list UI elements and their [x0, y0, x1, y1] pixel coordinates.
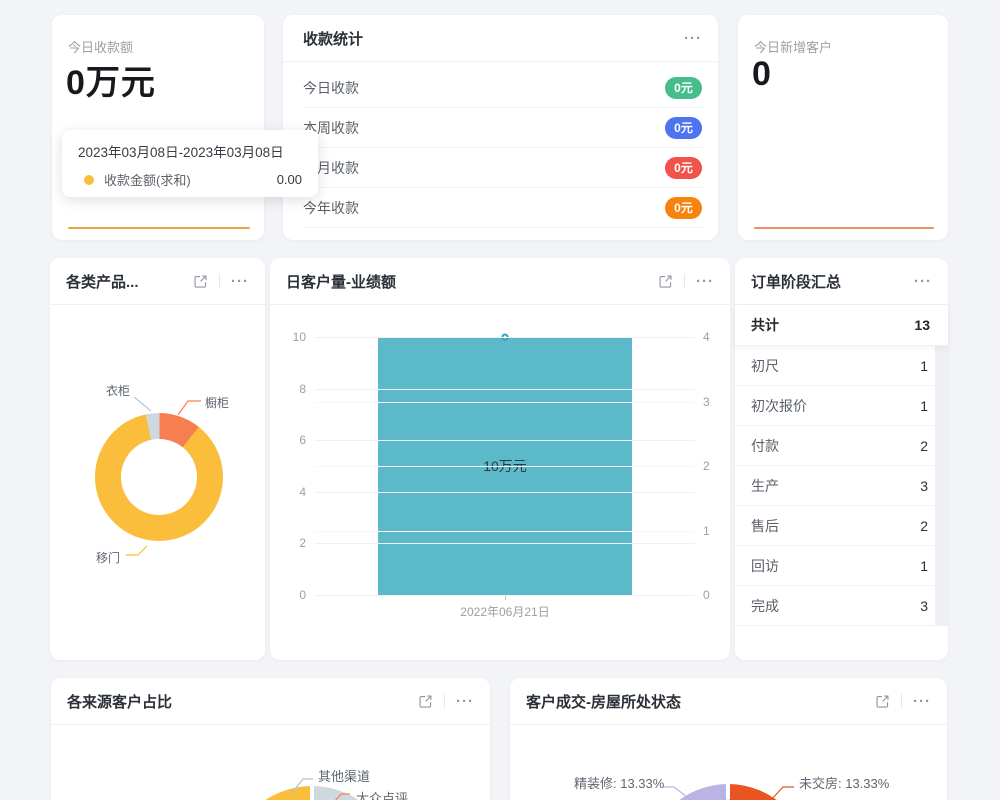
status-badge: 0元: [665, 117, 702, 139]
right-axis-ticks: 43210: [703, 337, 729, 595]
card-payment-stats: 收款统计 ··· 今日收款 0元 本周收款 0元 本月收款 0元 今年收款 0元: [283, 15, 718, 240]
stat-row: 今日收款 0元: [303, 68, 702, 108]
more-menu-icon[interactable]: ···: [684, 31, 702, 46]
slice-label: 移门: [96, 549, 120, 566]
tooltip-series-row: 收款金额(求和) 0.00: [78, 170, 302, 189]
tooltip-series-label: 收款金额(求和): [104, 170, 191, 189]
divider: [684, 274, 685, 288]
stage-count: 2: [920, 438, 928, 454]
slice-label: 衣柜: [106, 382, 130, 399]
stage-label: 生产: [751, 476, 779, 496]
order-stage-row: 售后 2: [735, 506, 935, 546]
stat-label: 今年收款: [303, 198, 359, 218]
stage-count: 1: [920, 358, 928, 374]
stat-row: 本周收款 0元: [303, 108, 702, 148]
export-icon[interactable]: [193, 274, 208, 289]
stage-count: 3: [920, 598, 928, 614]
more-menu-icon[interactable]: ···: [231, 274, 249, 289]
order-stage-row: 回访 1: [735, 546, 935, 586]
stage-count: 1: [920, 558, 928, 574]
more-menu-icon[interactable]: ···: [696, 274, 714, 289]
stage-label: 付款: [751, 436, 779, 456]
tooltip-date-range: 2023年03月08日-2023年03月08日: [78, 141, 302, 161]
point-value-label: 4个: [495, 343, 515, 362]
pie-callout-label: 其他渠道: [318, 766, 370, 785]
tooltip-series-value: 0.00: [277, 172, 302, 187]
bar-plot-area: 10万元 4个: [315, 337, 695, 595]
divider: [444, 694, 445, 708]
status-badge: 0元: [665, 157, 702, 179]
product-share-title: 各类产品...: [66, 271, 139, 292]
stage-count: 3: [920, 478, 928, 494]
order-total-row: 共计 13: [735, 305, 948, 346]
divider: [219, 274, 220, 288]
chart-tooltip: 2023年03月08日-2023年03月08日 收款金额(求和) 0.00: [62, 130, 318, 197]
new-customers-underline: [754, 227, 934, 229]
pie-callout-label: 精装修: 13.33%: [574, 773, 664, 792]
order-stage-row: 初次报价 1: [735, 386, 935, 426]
status-badge: 0元: [665, 77, 702, 99]
new-customers-label: 今日新增客户: [754, 37, 832, 56]
deal-house-state-header: 客户成交-房屋所处状态 ···: [510, 678, 947, 725]
order-stage-row: 付款 2: [735, 426, 935, 466]
status-badge: 0元: [665, 197, 702, 219]
stage-count: 1: [920, 398, 928, 414]
today-payment-value: 0万元: [66, 55, 156, 104]
divider: [901, 694, 902, 708]
pie-callout-label: 未交房: 13.33%: [799, 773, 889, 792]
more-menu-icon[interactable]: ···: [913, 694, 931, 709]
more-menu-icon[interactable]: ···: [914, 274, 932, 289]
payment-stats-list: 今日收款 0元 本周收款 0元 本月收款 0元 今年收款 0元: [303, 68, 702, 228]
order-stage-row: 初尺 1: [735, 346, 935, 386]
stage-label: 完成: [751, 596, 779, 616]
order-stage-list: 初尺 1 初次报价 1 付款 2 生产 3 售后 2 回访 1: [735, 346, 935, 626]
stage-count: 2: [920, 518, 928, 534]
new-customers-value: 0: [752, 55, 772, 94]
stage-label: 售后: [751, 516, 779, 536]
order-stages-title: 订单阶段汇总: [751, 271, 841, 292]
order-stage-row: 生产 3: [735, 466, 935, 506]
left-axis-ticks: 1086420: [270, 337, 306, 595]
daily-performance-title: 日客户量-业绩额: [286, 271, 396, 292]
more-menu-icon[interactable]: ···: [456, 694, 474, 709]
product-share-header: 各类产品... ···: [50, 258, 265, 305]
source-share-title: 各来源客户占比: [67, 691, 172, 712]
pie-callout-label: 大众点评: [356, 788, 408, 800]
order-total-label: 共计: [751, 315, 779, 335]
card-order-stages: 订单阶段汇总 ··· 共计 13 初尺 1 初次报价 1 付款 2 生产: [735, 258, 948, 660]
payment-stats-header: 收款统计 ···: [283, 15, 718, 62]
card-deal-house-state: 客户成交-房屋所处状态 ··· 精装修: 13.33% 未交房: 13.33%: [510, 678, 947, 800]
stat-label: 今日收款: [303, 78, 359, 98]
stage-label: 初尺: [751, 356, 779, 376]
order-total-value: 13: [914, 317, 930, 333]
deal-house-state-pie-chart[interactable]: [646, 784, 810, 800]
card-today-payment: 今日收款额 0万元: [52, 15, 264, 240]
scrollbar-track[interactable]: [935, 346, 948, 626]
donut-hole: [121, 439, 197, 515]
export-icon[interactable]: [875, 694, 890, 709]
today-payment-underline: [68, 227, 250, 229]
stage-label: 初次报价: [751, 396, 807, 416]
card-daily-performance: 日客户量-业绩额 ··· 1086420 43210 10万元 4个 2022年…: [270, 258, 730, 660]
x-axis-category-label: 2022年06月21日: [315, 603, 695, 620]
order-stage-row: 完成 3: [735, 586, 935, 626]
stat-row: 本月收款 0元: [303, 148, 702, 188]
series-dot-icon: [84, 175, 94, 185]
card-new-customers: 今日新增客户 0: [738, 15, 948, 240]
today-payment-label: 今日收款额: [68, 37, 133, 56]
slice-label: 橱柜: [205, 394, 229, 411]
card-product-share: 各类产品... ··· 衣柜 橱柜 移门: [50, 258, 265, 660]
order-stages-header: 订单阶段汇总 ···: [735, 258, 948, 305]
x-axis-tick: [505, 596, 506, 600]
daily-performance-header: 日客户量-业绩额 ···: [270, 258, 730, 305]
card-source-share: 各来源客户占比 ··· 其他渠道 大众点评: [51, 678, 490, 800]
dashboard: 今日收款额 0万元 2023年03月08日-2023年03月08日 收款金额(求…: [0, 0, 1000, 800]
export-icon[interactable]: [418, 694, 433, 709]
stage-label: 回访: [751, 556, 779, 576]
source-share-header: 各来源客户占比 ···: [51, 678, 490, 725]
payment-stats-title: 收款统计: [303, 28, 363, 49]
deal-house-state-title: 客户成交-房屋所处状态: [526, 691, 681, 712]
stat-row: 今年收款 0元: [303, 188, 702, 228]
export-icon[interactable]: [658, 274, 673, 289]
